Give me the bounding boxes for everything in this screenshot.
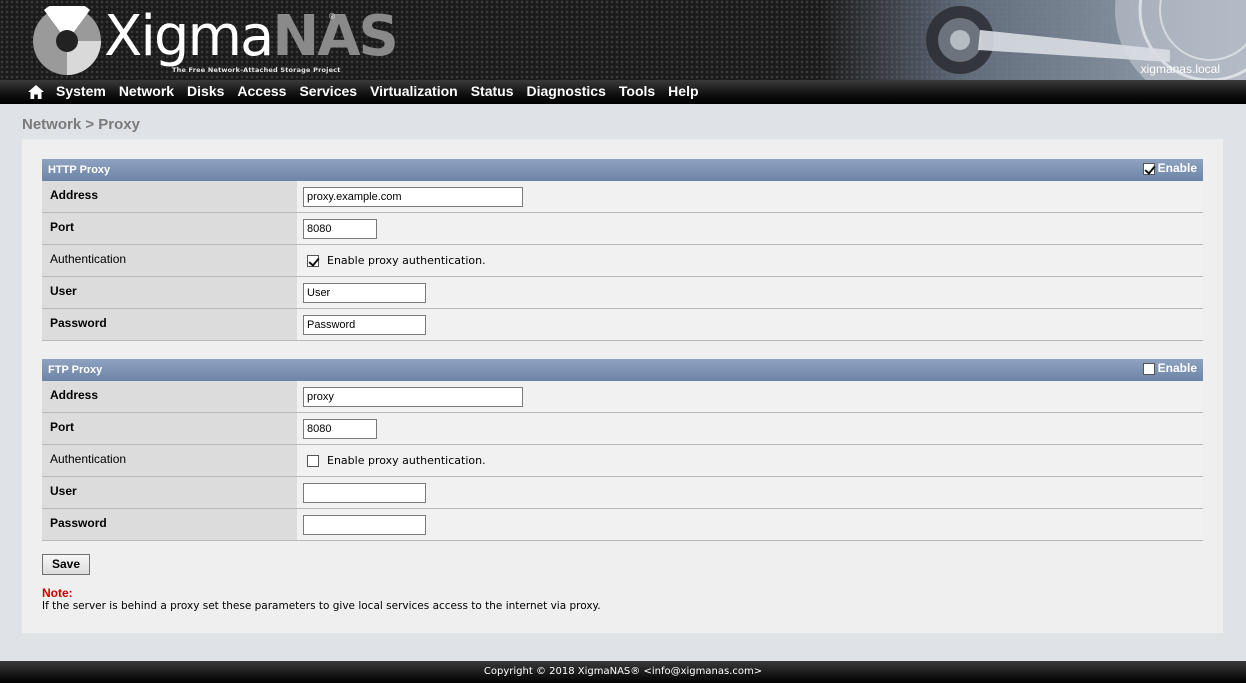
- nav-item-status[interactable]: Status: [471, 83, 514, 99]
- http-enable-checkbox[interactable]: [1142, 163, 1155, 175]
- http-address-label: Address: [42, 181, 297, 212]
- http-auth-checkbox-label: Enable proxy authentication.: [327, 254, 486, 267]
- note-text: If the server is behind a proxy set thes…: [42, 600, 601, 612]
- ftp-address-row: Address proxy: [42, 381, 1203, 413]
- ftp-auth-checkbox[interactable]: [307, 454, 319, 467]
- save-button[interactable]: Save: [42, 554, 90, 575]
- http-port-row: Port 8080: [42, 213, 1203, 245]
- http-password-label: Password: [42, 309, 297, 340]
- nav-item-access[interactable]: Access: [237, 83, 286, 99]
- ftp-port-label: Port: [42, 413, 297, 444]
- http-enable-toggle[interactable]: Enable: [1142, 161, 1197, 175]
- http-user-input[interactable]: User: [303, 282, 426, 303]
- http-enable-label: Enable: [1157, 161, 1197, 175]
- logo-registered-mark: ®: [328, 12, 336, 21]
- nav-menu: System Network Disks Access Services Vir…: [56, 83, 712, 99]
- ftp-enable-label: Enable: [1157, 361, 1197, 375]
- ftp-enable-checkbox[interactable]: [1142, 363, 1155, 375]
- main-nav-bar: System Network Disks Access Services Vir…: [0, 80, 1246, 104]
- ftp-proxy-title: FTP Proxy: [48, 364, 103, 376]
- ftp-address-label: Address: [42, 381, 297, 412]
- http-auth-option[interactable]: Enable proxy authentication.: [303, 254, 486, 267]
- ftp-auth-checkbox-label: Enable proxy authentication.: [327, 454, 486, 467]
- ftp-password-input[interactable]: [303, 514, 426, 535]
- http-port-input[interactable]: 8080: [303, 218, 377, 239]
- http-user-row: User User: [42, 277, 1203, 309]
- http-port-label: Port: [42, 213, 297, 244]
- nav-item-diagnostics[interactable]: Diagnostics: [527, 83, 606, 99]
- ftp-auth-option[interactable]: Enable proxy authentication.: [303, 454, 486, 467]
- http-password-input[interactable]: Password: [303, 314, 426, 335]
- http-password-row: Password Password: [42, 309, 1203, 341]
- http-proxy-header: HTTP Proxy Enable: [42, 159, 1203, 181]
- http-auth-checkbox[interactable]: [307, 254, 319, 267]
- ftp-user-row: User: [42, 477, 1203, 509]
- ftp-address-input[interactable]: proxy: [303, 386, 523, 407]
- http-proxy-section: HTTP Proxy Enable Address proxy.example.…: [42, 159, 1203, 341]
- ftp-user-input[interactable]: [303, 482, 426, 503]
- http-address-row: Address proxy.example.com: [42, 181, 1203, 213]
- nav-item-disks[interactable]: Disks: [187, 83, 224, 99]
- footer-copyright: Copyright © 2018 XigmaNAS® <info@xigmana…: [0, 661, 1246, 683]
- home-icon[interactable]: [28, 85, 44, 99]
- ftp-password-row: Password: [42, 509, 1203, 541]
- nav-item-services[interactable]: Services: [299, 83, 357, 99]
- nav-item-help[interactable]: Help: [668, 83, 698, 99]
- ftp-proxy-header: FTP Proxy Enable: [42, 359, 1203, 381]
- ftp-password-label: Password: [42, 509, 297, 540]
- nav-item-network[interactable]: Network: [119, 83, 174, 99]
- xigmanas-logo-icon: [33, 6, 101, 75]
- http-auth-row: Authentication Enable proxy authenticati…: [42, 245, 1203, 277]
- ftp-port-row: Port 8080: [42, 413, 1203, 445]
- hostname-label: xigmanas.local: [1140, 62, 1220, 76]
- http-proxy-title: HTTP Proxy: [48, 164, 111, 176]
- ftp-port-input[interactable]: 8080: [303, 418, 377, 439]
- http-address-input[interactable]: proxy.example.com: [303, 186, 523, 207]
- header-banner: XigmaNAS ® The Free Network-Attached Sto…: [0, 0, 1246, 80]
- logo-tagline: The Free Network-Attached Storage Projec…: [172, 66, 341, 74]
- http-user-label: User: [42, 277, 297, 308]
- http-auth-label: Authentication: [42, 245, 297, 276]
- nav-item-tools[interactable]: Tools: [619, 83, 655, 99]
- content-area: HTTP Proxy Enable Address proxy.example.…: [22, 139, 1223, 633]
- ftp-auth-label: Authentication: [42, 445, 297, 476]
- ftp-auth-row: Authentication Enable proxy authenticati…: [42, 445, 1203, 477]
- page-title: Network > Proxy: [22, 116, 140, 133]
- ftp-user-label: User: [42, 477, 297, 508]
- nav-item-system[interactable]: System: [56, 83, 106, 99]
- note-label: Note:: [42, 586, 73, 600]
- nav-item-virtualization[interactable]: Virtualization: [370, 83, 458, 99]
- ftp-proxy-section: FTP Proxy Enable Address proxy Port 8080…: [42, 359, 1203, 541]
- logo-wordmark: XigmaNAS: [104, 4, 399, 69]
- ftp-enable-toggle[interactable]: Enable: [1142, 361, 1197, 375]
